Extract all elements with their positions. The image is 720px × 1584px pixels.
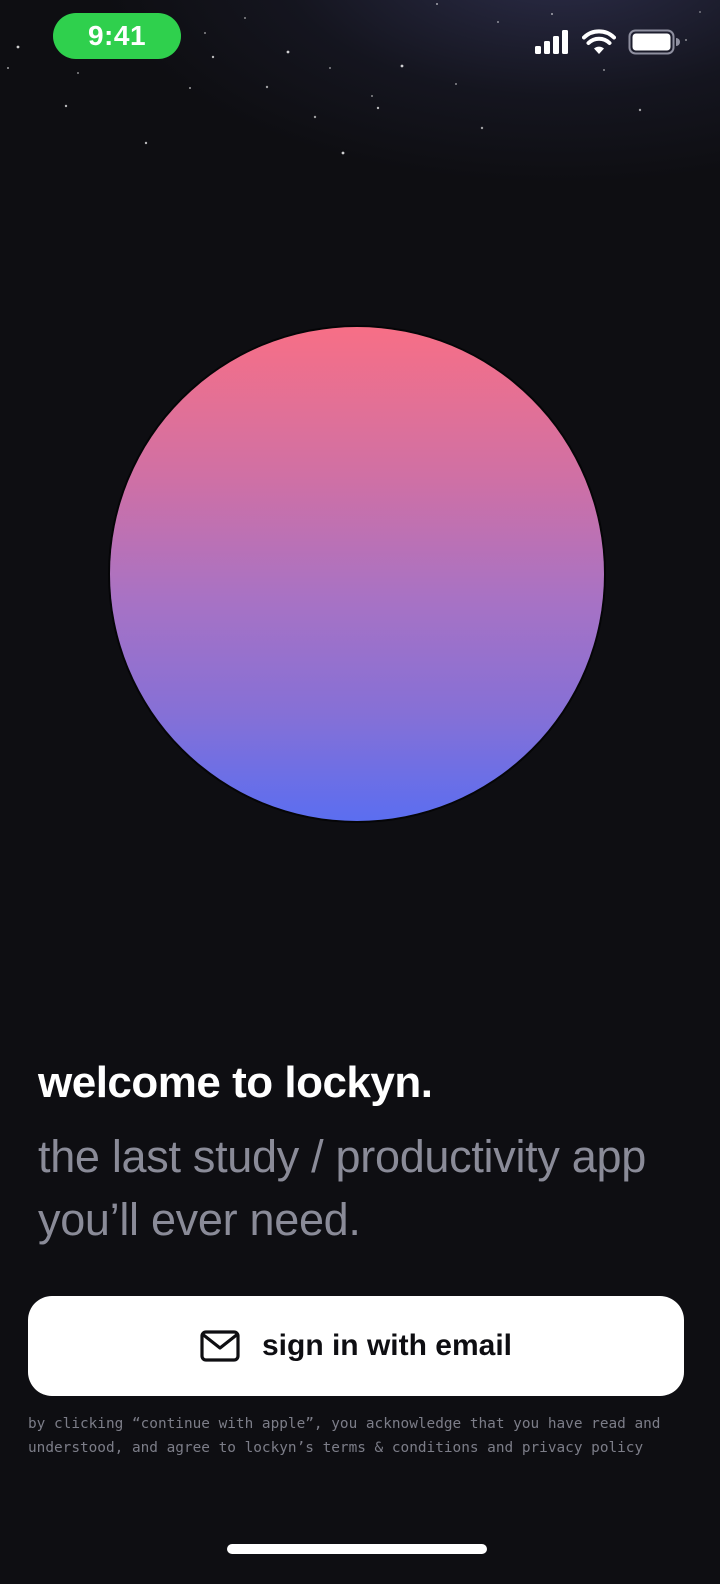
status-time: 9:41 xyxy=(53,13,181,59)
email-button-label: sign in with email xyxy=(261,1329,513,1362)
mail-icon xyxy=(200,1330,240,1362)
wifi-icon xyxy=(582,29,616,54)
welcome-headline: welcome to lockyn. xyxy=(38,1058,433,1107)
signal-icon xyxy=(535,30,568,54)
sign-in-with-email-button[interactable]: sign in with email xyxy=(28,1296,684,1396)
gradient-orb xyxy=(110,327,604,821)
status-bar: 9:41 xyxy=(0,0,720,72)
welcome-tagline: the last study / productivity app you’ll… xyxy=(38,1131,646,1245)
home-indicator[interactable] xyxy=(227,1544,487,1554)
welcome-screen: 9:41 welcome to lockyn. the last study /… xyxy=(0,0,720,1584)
status-icons xyxy=(534,26,680,58)
legal-disclaimer: by clicking “continue with apple”, you a… xyxy=(28,1416,661,1456)
battery-icon xyxy=(628,29,680,55)
